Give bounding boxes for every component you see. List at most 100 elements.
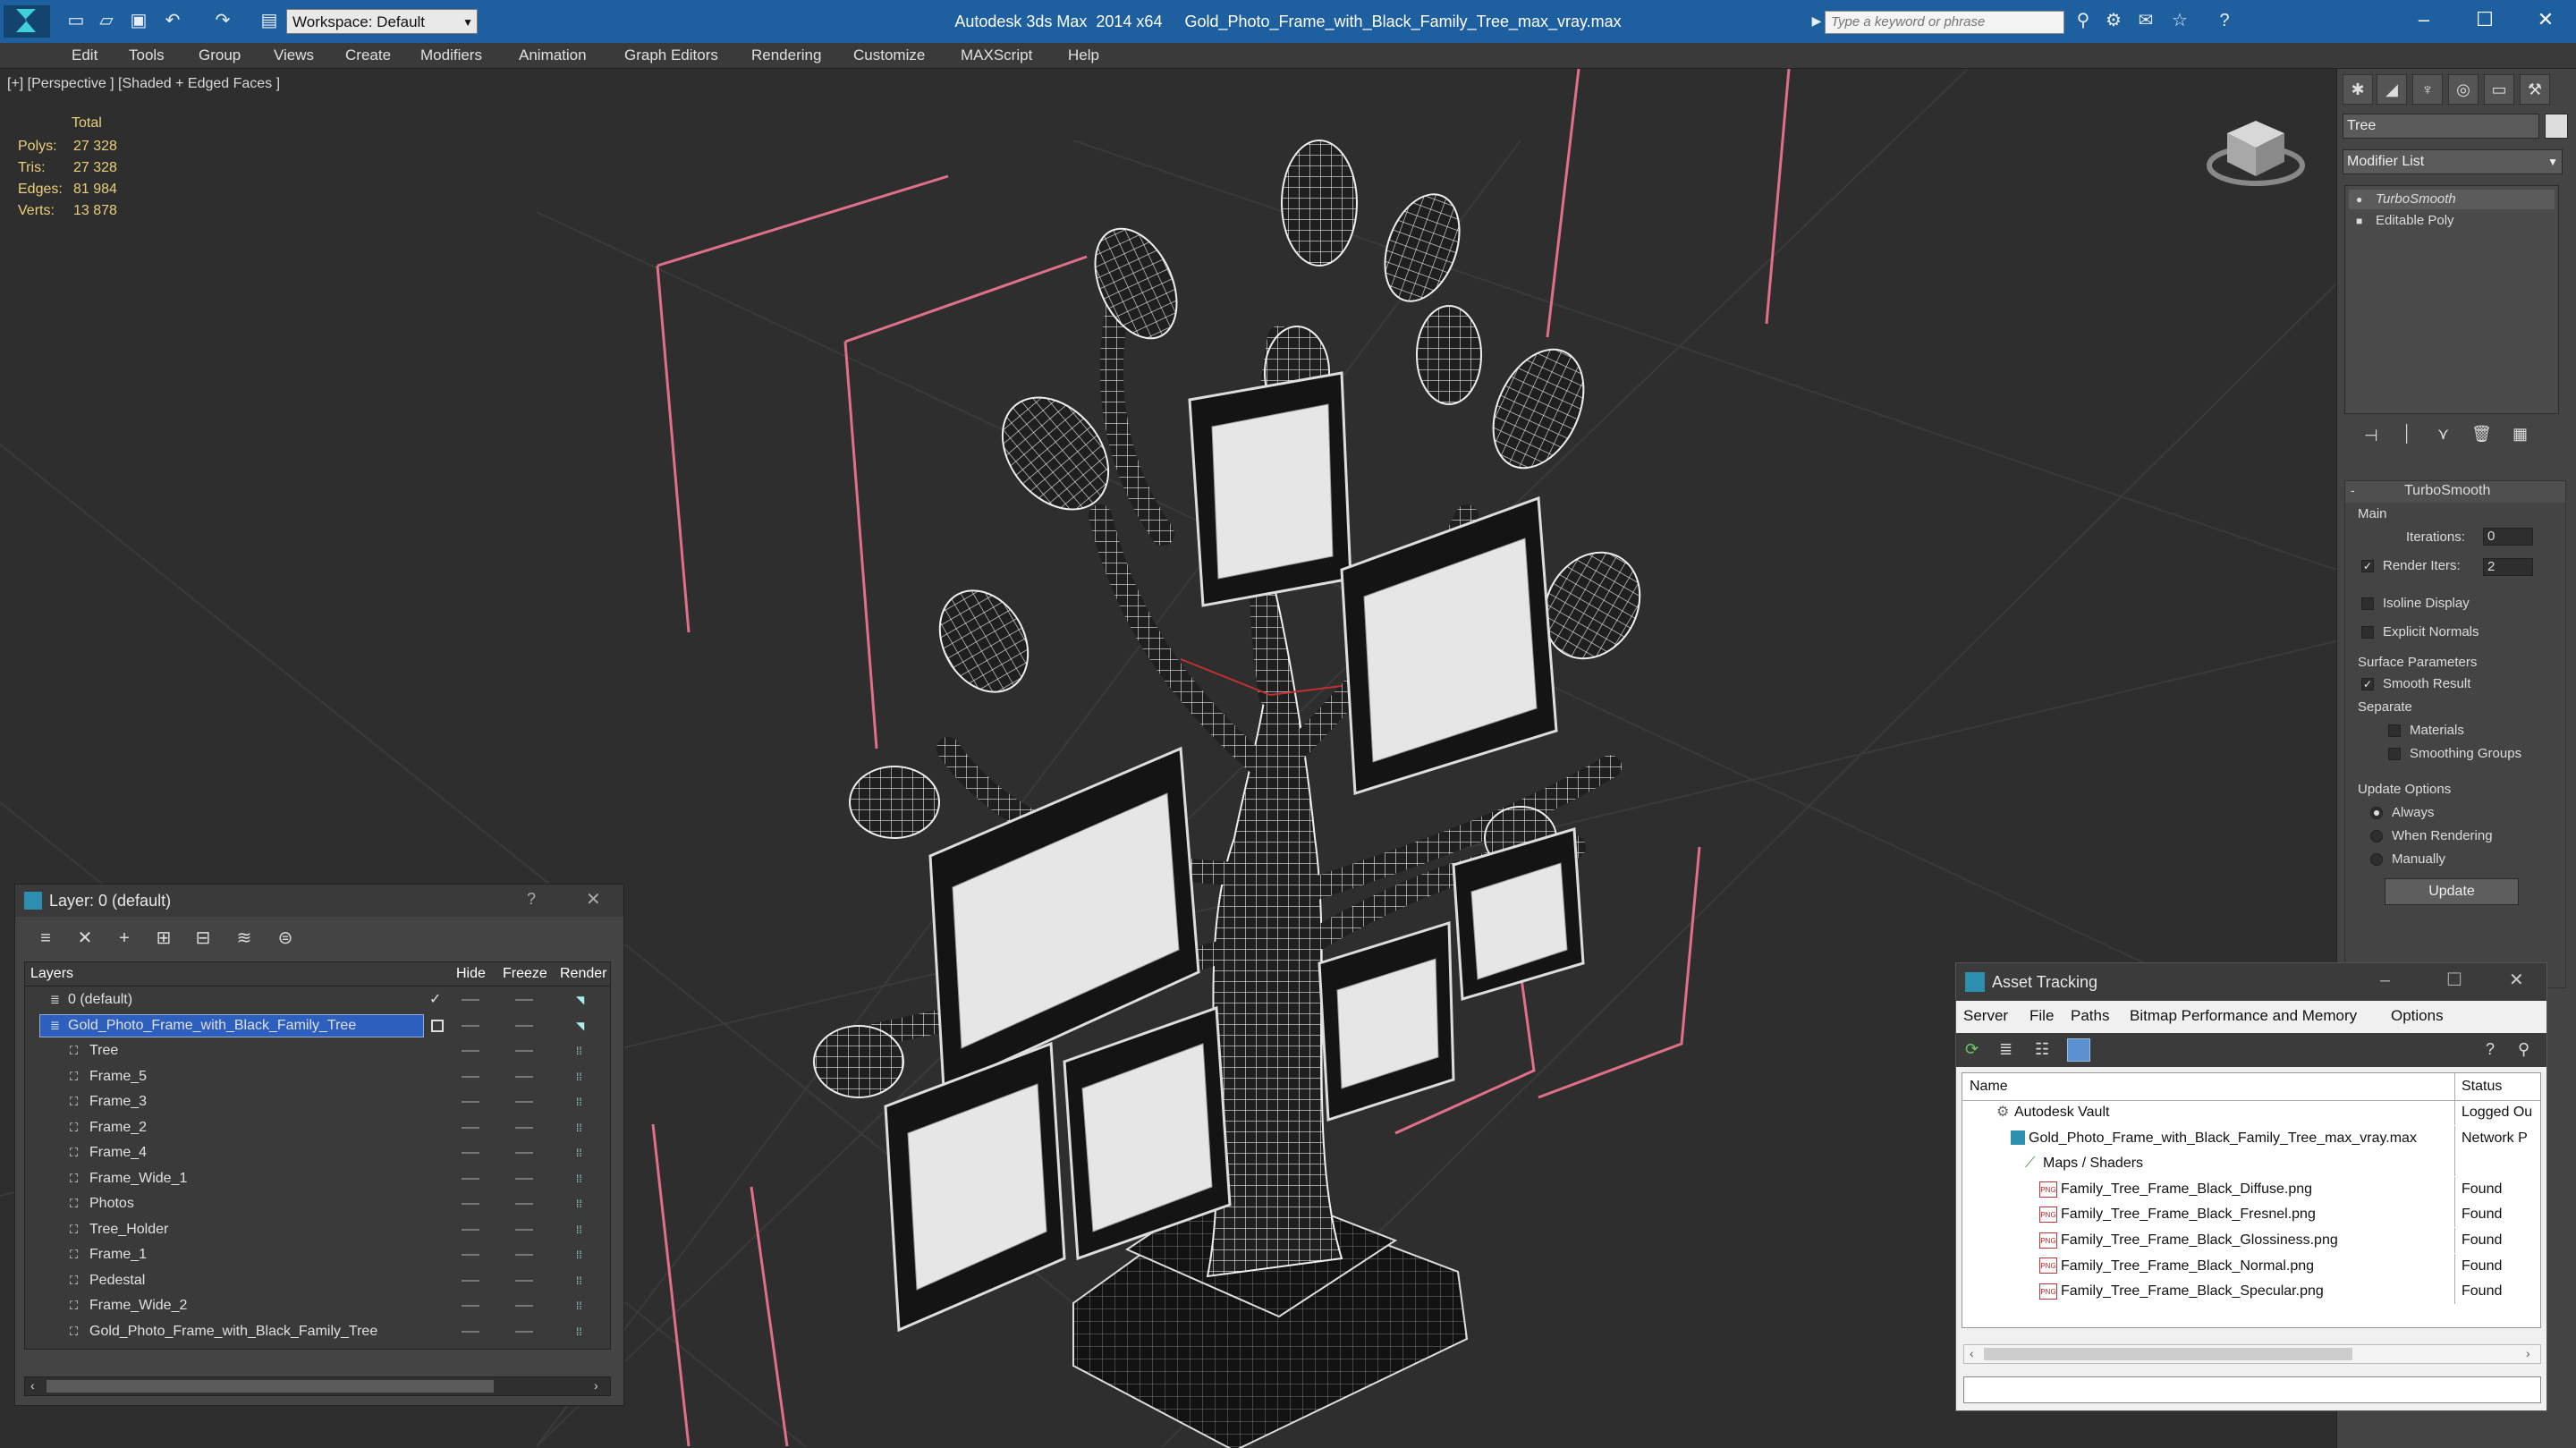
delete-layer-icon[interactable]: ✕ — [72, 926, 97, 951]
freeze-toggle[interactable] — [515, 1279, 533, 1282]
modify-tab-icon[interactable]: ◢ — [2377, 74, 2407, 105]
when-rendering-radio[interactable] — [2370, 830, 2383, 843]
add-to-layer-icon[interactable]: + — [112, 926, 137, 951]
menu-edit[interactable]: Edit — [72, 43, 97, 68]
scroll-thumb[interactable] — [1984, 1348, 2352, 1360]
hide-toggle[interactable] — [462, 1177, 479, 1180]
menu-group[interactable]: Group — [199, 43, 241, 68]
display-tab-icon[interactable]: ▭ — [2484, 74, 2514, 105]
layer-row[interactable]: ≣ 0 (default) ◥ ✓ — [25, 987, 610, 1012]
menu-help[interactable]: Help — [1068, 43, 1099, 68]
layer-name[interactable]: Frame_4 — [89, 1140, 147, 1165]
hide-toggle[interactable] — [462, 1305, 479, 1307]
hide-toggle[interactable] — [462, 1152, 479, 1154]
freeze-toggle[interactable] — [515, 1101, 533, 1103]
asset-row[interactable]: PNG Family_Tree_Frame_Black_Glossiness.pn… — [1962, 1228, 2540, 1253]
rollout-header[interactable]: - TurboSmooth — [2345, 481, 2565, 503]
smoothing-groups-checkbox[interactable] — [2388, 748, 2401, 760]
layer-row[interactable]: ⛶ Photos ⁞⁞ — [25, 1191, 610, 1216]
hide-toggle[interactable] — [462, 1075, 479, 1078]
asset-row[interactable]: PNG Family_Tree_Frame_Black_Normal.png Fou… — [1962, 1253, 2540, 1279]
binoculars-icon[interactable]: ⚲ — [2072, 9, 2095, 32]
help-icon[interactable]: ? — [2213, 9, 2236, 32]
freeze-toggle[interactable] — [515, 1152, 533, 1154]
freeze-toggle[interactable] — [515, 1254, 533, 1256]
select-in-layer-icon[interactable]: ⊞ — [151, 926, 176, 951]
set-current-layer-icon[interactable] — [431, 1019, 444, 1032]
favorites-star-icon[interactable]: ☆ — [2168, 9, 2191, 32]
layer-row[interactable]: ⛶ Frame_5 ⁞⁞ — [25, 1064, 610, 1089]
show-end-result-icon[interactable]: ⏐ — [2402, 425, 2411, 445]
freeze-toggle[interactable] — [515, 1330, 533, 1333]
new-layer-icon[interactable]: ≡ — [33, 926, 58, 951]
active-layer-check-icon[interactable]: ✓ — [429, 987, 441, 1012]
layer-name[interactable]: Pedestal — [89, 1268, 145, 1293]
freeze-toggle[interactable] — [515, 999, 533, 1001]
render-toggle-icon[interactable]: ⁞⁞ — [576, 1071, 589, 1082]
menu-maxscript[interactable]: MAXScript — [961, 43, 1032, 68]
layer-row[interactable]: ⛶ Frame_Wide_2 ⁞⁞ — [25, 1293, 610, 1318]
hide-toggle[interactable] — [462, 1024, 479, 1027]
layer-row[interactable]: ⛶ Tree_Holder ⁞⁞ — [25, 1217, 610, 1242]
pin-icon[interactable]: ⚲ — [2518, 1040, 2529, 1059]
create-tab-icon[interactable]: ✱ — [2343, 74, 2373, 105]
help-icon[interactable]: ? — [2486, 1040, 2495, 1059]
layer-name[interactable]: Tree — [89, 1038, 118, 1063]
asset-row[interactable]: Gold_Photo_Frame_with_Black_Family_Tree_… — [1962, 1125, 2540, 1151]
light-bulb-icon[interactable]: ● — [2356, 190, 2362, 209]
hide-toggle[interactable] — [462, 1126, 479, 1129]
menu-tools[interactable]: Tools — [129, 43, 165, 68]
freeze-toggle[interactable] — [515, 1126, 533, 1129]
hide-toggle[interactable] — [462, 1330, 479, 1333]
minimize-icon[interactable]: – — [2397, 0, 2451, 39]
hide-toggle[interactable] — [462, 1101, 479, 1103]
menu-create[interactable]: Create — [345, 43, 391, 68]
render-toggle-icon[interactable]: ◥ — [576, 1020, 589, 1031]
always-radio[interactable] — [2370, 807, 2383, 819]
layer-row[interactable]: ≣ Gold_Photo_Frame_with_Black_Family_Tree… — [25, 1013, 610, 1038]
minimize-icon[interactable]: – — [2380, 970, 2390, 991]
freeze-toggle[interactable] — [515, 1050, 533, 1052]
layer-row[interactable]: ⛶ Frame_Wide_1 ⁞⁞ — [25, 1166, 610, 1191]
render-toggle-icon[interactable]: ⁞⁞ — [576, 1224, 589, 1235]
freeze-toggle[interactable] — [515, 1203, 533, 1205]
asset-row[interactable]: ⚙ Autodesk Vault Logged Ou — [1962, 1100, 2540, 1125]
layer-row[interactable]: ⛶ Gold_Photo_Frame_with_Black_Family_Tree… — [25, 1319, 610, 1344]
explicit-normals-checkbox[interactable] — [2361, 626, 2374, 639]
scroll-right-icon[interactable]: › — [2526, 1346, 2530, 1360]
scroll-left-icon[interactable]: ‹ — [1970, 1346, 1974, 1360]
object-name-field[interactable]: Tree — [2343, 114, 2539, 139]
layer-row[interactable]: ⛶ Frame_1 ⁞⁞ — [25, 1242, 610, 1267]
menu-modifiers[interactable]: Modifiers — [420, 43, 482, 68]
asset-row[interactable]: ⟋ Maps / Shaders — [1962, 1151, 2540, 1177]
table-view-icon[interactable] — [2067, 1038, 2090, 1062]
hide-toggle[interactable] — [462, 1050, 479, 1052]
layer-name[interactable]: Tree_Holder — [89, 1217, 168, 1242]
layer-name[interactable]: Frame_Wide_1 — [89, 1166, 187, 1191]
render-toggle-icon[interactable]: ⁞⁞ — [576, 1249, 589, 1260]
materials-checkbox[interactable] — [2388, 724, 2401, 737]
column-hide[interactable]: Hide — [456, 962, 486, 986]
freeze-toggle[interactable] — [515, 1024, 533, 1027]
layer-name[interactable]: Photos — [89, 1191, 134, 1216]
freeze-all-icon[interactable]: ⊜ — [273, 926, 298, 951]
menu-animation[interactable]: Animation — [519, 43, 587, 68]
layer-row[interactable]: ⛶ Pedestal ⁞⁞ — [25, 1268, 610, 1293]
list-view-icon[interactable]: ≣ — [1999, 1040, 2012, 1059]
menu-paths[interactable]: Paths — [2071, 1003, 2109, 1029]
menu-file[interactable]: File — [2029, 1003, 2054, 1029]
viewport-label[interactable]: [+] [Perspective ] [Shaded + Edged Faces… — [7, 76, 280, 92]
asset-path-field[interactable] — [1963, 1376, 2541, 1403]
hide-toggle[interactable] — [462, 1254, 479, 1256]
asset-row[interactable]: PNG Family_Tree_Frame_Black_Specular.png F… — [1962, 1279, 2540, 1305]
object-color-swatch[interactable] — [2545, 114, 2568, 139]
hide-toggle[interactable] — [462, 1228, 479, 1231]
layer-row[interactable]: ⛶ Frame_4 ⁞⁞ — [25, 1140, 610, 1165]
layer-name[interactable]: Frame_Wide_2 — [89, 1293, 187, 1318]
isoline-display-checkbox[interactable] — [2361, 597, 2374, 610]
render-toggle-icon[interactable]: ⁞⁞ — [576, 1147, 589, 1158]
menu-rendering[interactable]: Rendering — [751, 43, 821, 68]
stack-item-editable-poly[interactable]: ■ Editable Poly — [2349, 211, 2555, 231]
render-toggle-icon[interactable]: ◥ — [576, 995, 589, 1005]
layer-row[interactable]: ⛶ Tree ⁞⁞ — [25, 1038, 610, 1063]
